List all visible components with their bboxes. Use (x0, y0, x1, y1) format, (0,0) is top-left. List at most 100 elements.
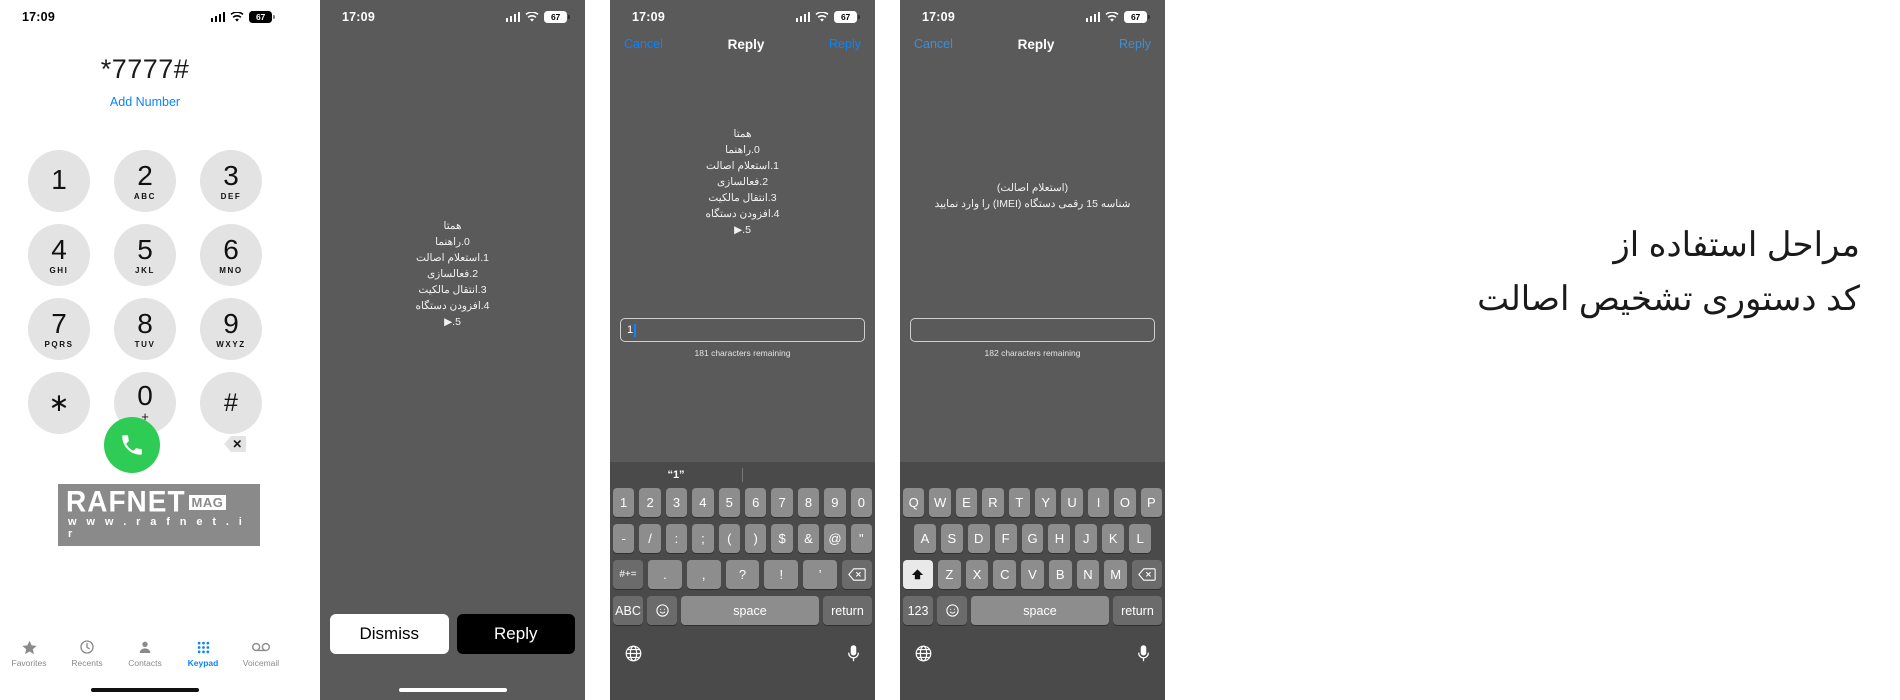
key-5[interactable]: 5 (718, 488, 740, 517)
key-c[interactable]: C (993, 560, 1017, 589)
key-apostrophe[interactable]: ’ (803, 560, 837, 589)
key-ampersand[interactable]: & (797, 524, 820, 553)
globe-icon[interactable] (914, 644, 933, 663)
keypad-key-5[interactable]: 5 JKL (114, 224, 176, 286)
key-slash[interactable]: / (639, 524, 661, 553)
globe-icon[interactable] (624, 644, 643, 663)
microphone-icon[interactable] (1136, 644, 1151, 663)
tab-favorites[interactable]: Favorites (2, 638, 56, 668)
key-s[interactable]: S (940, 524, 963, 553)
key-paren-close[interactable]: ) (745, 524, 767, 553)
key-return[interactable]: return (822, 596, 872, 625)
key-2[interactable]: 2 (639, 488, 661, 517)
key-v[interactable]: V (1021, 560, 1044, 589)
key-y[interactable]: Y (1035, 488, 1057, 517)
send-reply-button[interactable]: Reply (1119, 37, 1151, 51)
send-reply-button[interactable]: Reply (829, 37, 861, 51)
key-8[interactable]: 8 (797, 488, 820, 517)
key-symbols-toggle[interactable]: #+= (613, 560, 643, 589)
key-0[interactable]: 0 (850, 488, 873, 517)
key-1[interactable]: 1 (612, 488, 635, 517)
key-colon[interactable]: : (665, 524, 688, 553)
cancel-button[interactable]: Cancel (624, 37, 663, 51)
key-j[interactable]: J (1075, 524, 1098, 553)
keypad-key-9[interactable]: 9 WXYZ (200, 298, 262, 360)
key-quote[interactable]: " (850, 524, 873, 553)
key-6[interactable]: 6 (745, 488, 767, 517)
key-at[interactable]: @ (824, 524, 846, 553)
key-n[interactable]: N (1076, 560, 1100, 589)
keypad-key-6[interactable]: 6 MNO (200, 224, 262, 286)
key-hyphen[interactable]: - (612, 524, 635, 553)
key-a[interactable]: A (914, 524, 936, 553)
keypad-key-4[interactable]: 4 GHI (28, 224, 90, 286)
key-semicolon[interactable]: ; (692, 524, 714, 553)
home-indicator[interactable] (91, 688, 199, 692)
key-exclamation[interactable]: ! (764, 560, 799, 589)
cellular-signal-icon (795, 12, 810, 22)
dismiss-button[interactable]: Dismiss (330, 614, 449, 654)
predictive-suggestion[interactable]: “1” (610, 469, 742, 481)
tab-voicemail[interactable]: Voicemail (234, 638, 288, 668)
tab-contacts[interactable]: Contacts (118, 638, 172, 668)
key-7[interactable]: 7 (771, 488, 793, 517)
key-3[interactable]: 3 (665, 488, 688, 517)
key-space[interactable]: space (681, 596, 819, 625)
keypad-key-2[interactable]: 2 ABC (114, 150, 176, 212)
key-r[interactable]: R (982, 488, 1004, 517)
key-u[interactable]: U (1061, 488, 1083, 517)
key-w[interactable]: W (929, 488, 951, 517)
key-dollar[interactable]: $ (771, 524, 793, 553)
key-l[interactable]: L (1129, 524, 1152, 553)
battery-icon: 67 (544, 11, 570, 23)
key-mode-abc[interactable]: ABC (613, 596, 643, 625)
keypad-key-3[interactable]: 3 DEF (200, 150, 262, 212)
emoji-icon[interactable] (937, 596, 967, 625)
backspace-icon[interactable] (841, 560, 872, 589)
key-return[interactable]: return (1112, 596, 1162, 625)
tab-keypad[interactable]: Keypad (176, 638, 230, 668)
key-p[interactable]: P (1140, 488, 1163, 517)
battery-level: 67 (550, 12, 561, 22)
key-space[interactable]: space (971, 596, 1109, 625)
tab-recents[interactable]: Recents (60, 638, 114, 668)
key-q[interactable]: Q (902, 488, 925, 517)
key-f[interactable]: F (994, 524, 1017, 553)
key-mode-123[interactable]: 123 (903, 596, 933, 625)
key-9[interactable]: 9 (824, 488, 846, 517)
cancel-button[interactable]: Cancel (914, 37, 953, 51)
key-t[interactable]: T (1008, 488, 1030, 517)
key-period[interactable]: . (648, 560, 682, 589)
key-e[interactable]: E (955, 488, 978, 517)
keypad-key-7[interactable]: 7 PQRS (28, 298, 90, 360)
reply-button[interactable]: Reply (456, 614, 575, 654)
key-i[interactable]: I (1087, 488, 1110, 517)
key-x[interactable]: X (965, 560, 989, 589)
microphone-icon[interactable] (846, 644, 861, 663)
key-question[interactable]: ? (725, 560, 760, 589)
phone-call-icon[interactable] (104, 417, 160, 473)
key-k[interactable]: K (1102, 524, 1125, 553)
key-z[interactable]: Z (937, 560, 961, 589)
key-m[interactable]: M (1104, 560, 1128, 589)
key-d[interactable]: D (967, 524, 990, 553)
shift-icon[interactable] (902, 560, 933, 589)
backspace-icon[interactable] (1132, 560, 1163, 589)
keypad-key-1[interactable]: 1 (28, 150, 90, 212)
reply-input[interactable]: 1 (620, 318, 865, 342)
reply-input[interactable] (910, 318, 1155, 342)
emoji-icon[interactable] (647, 596, 677, 625)
predictive-bar (900, 462, 1165, 488)
key-paren-open[interactable]: ( (718, 524, 740, 553)
add-number-link[interactable]: Add Number (0, 95, 290, 109)
key-g[interactable]: G (1021, 524, 1044, 553)
tab-label: Recents (71, 658, 103, 668)
key-h[interactable]: H (1048, 524, 1071, 553)
key-comma[interactable]: , (686, 560, 721, 589)
home-indicator[interactable] (398, 688, 507, 692)
backspace-delete-icon[interactable] (223, 434, 247, 454)
keypad-key-8[interactable]: 8 TUV (114, 298, 176, 360)
key-b[interactable]: B (1048, 560, 1072, 589)
key-o[interactable]: O (1114, 488, 1136, 517)
key-4[interactable]: 4 (692, 488, 714, 517)
